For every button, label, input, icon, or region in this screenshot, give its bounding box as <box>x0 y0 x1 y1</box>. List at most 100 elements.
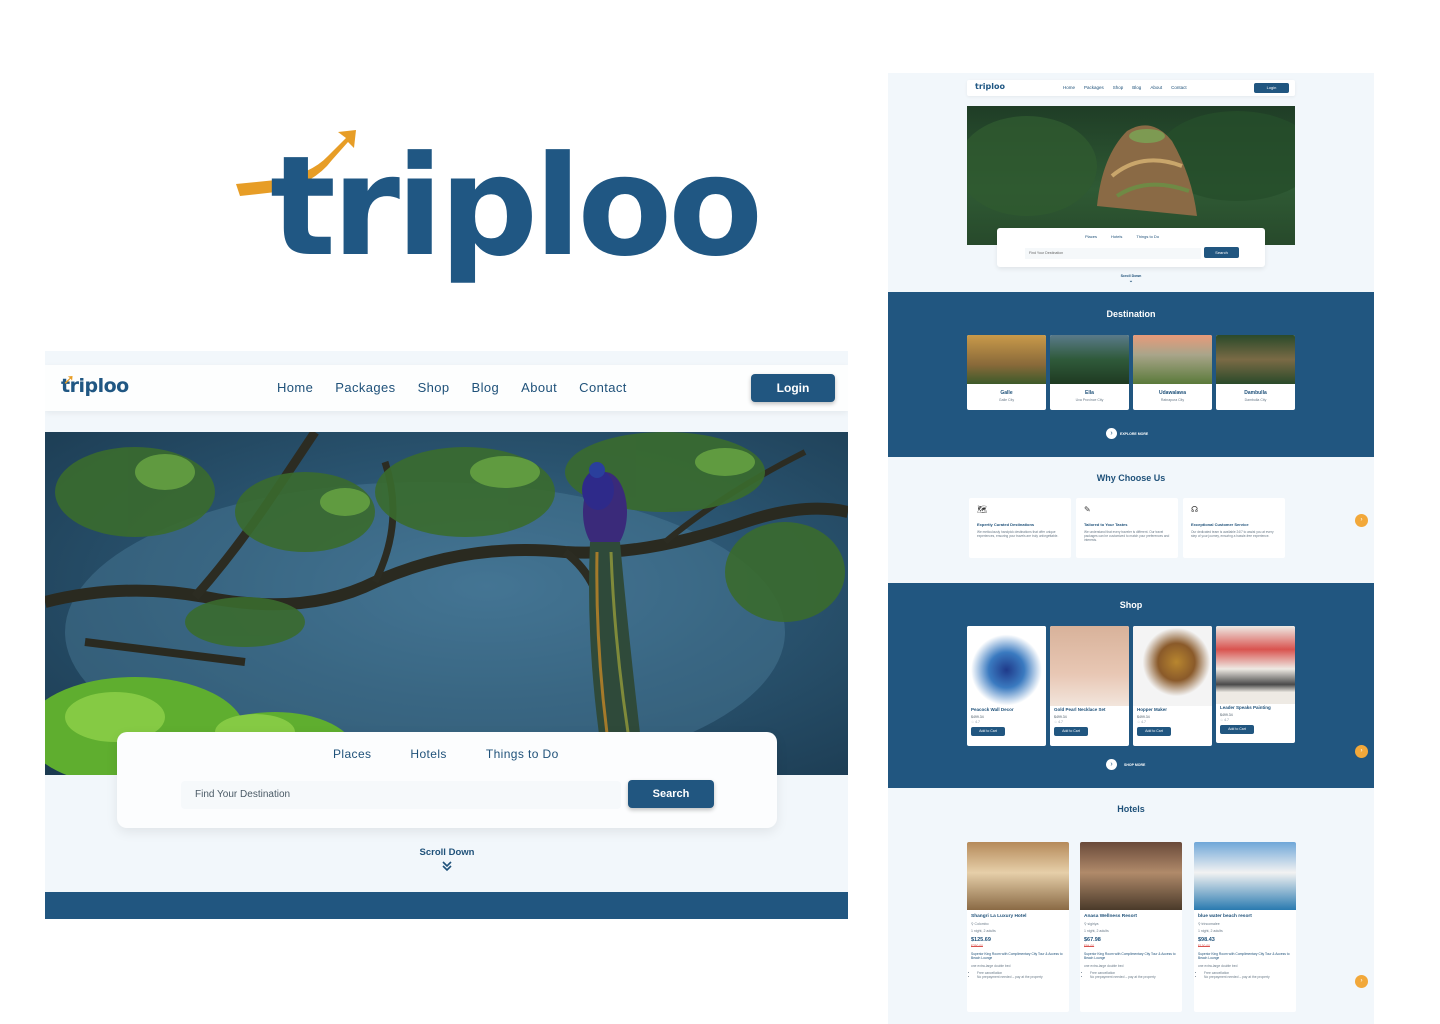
chevron-right-icon[interactable]: › <box>1355 514 1368 527</box>
preview-nav-logo[interactable]: triploo <box>975 82 1005 91</box>
hotel-price: $98.43 <box>1198 937 1215 943</box>
preview-search-input[interactable]: Find Your Destination <box>1025 248 1201 259</box>
add-to-cart-button[interactable]: Add to Cart <box>971 727 1005 736</box>
destination-name: Dambulla <box>1244 390 1267 396</box>
hero-illustration <box>45 432 848 775</box>
hotel-image <box>1080 842 1182 910</box>
shop-item-leader-speaks-painting[interactable]: Leader Speaks Painting $499.34 ☆ 4.7 Add… <box>1216 626 1295 743</box>
preview-nav-link-home[interactable]: Home <box>1063 85 1075 90</box>
shop-item-peacock-wall-decor[interactable]: Peacock Wall Decor $499.34 ☆ 4.7 Add to … <box>967 626 1046 746</box>
map-icon: 🗺 <box>977 505 988 514</box>
chevron-right-icon[interactable]: › <box>1355 975 1368 988</box>
shop-more-link[interactable]: SHOP MORE <box>1124 763 1145 767</box>
destination-card-udawalawa[interactable]: Udawalawa Ratnapura City <box>1133 335 1212 410</box>
hotel-perk: No prepayment needed – pay at the proper… <box>1204 975 1296 979</box>
hotel-perks: Free cancellation No prepayment needed –… <box>1090 971 1182 980</box>
preview-hero-illustration <box>967 111 1295 216</box>
preview-nav-link-about[interactable]: About <box>1150 85 1162 90</box>
destination-search-input[interactable]: Find Your Destination <box>181 781 621 809</box>
hotel-image <box>1194 842 1296 910</box>
login-button[interactable]: Login <box>751 374 835 402</box>
headset-icon: ☊ <box>1191 505 1199 514</box>
hotel-name: blue water beach resort <box>1198 914 1252 919</box>
tab-places[interactable]: Places <box>333 747 371 761</box>
preview-login-button[interactable]: Login <box>1254 83 1289 93</box>
nav-link-blog[interactable]: Blog <box>472 380 500 395</box>
preview-nav-link-contact[interactable]: Contact <box>1171 85 1187 90</box>
hero-image-peacock <box>45 432 848 775</box>
preview-search-tabs: Places Hotels Things to Do <box>1085 234 1159 239</box>
hotel-card-blue-water[interactable]: blue water beach resort ⚲ trincomalee 1 … <box>1194 842 1296 1012</box>
nav-link-shop[interactable]: Shop <box>418 380 450 395</box>
hotel-card-shangri-la[interactable]: Shangri La Luxury Hotel ⚲ Colombo 1 nigh… <box>967 842 1069 1012</box>
hotel-room: Superior King Room with Complimentary Ci… <box>1198 952 1290 961</box>
chevron-right-icon[interactable]: › <box>1355 745 1368 758</box>
logo-arrow-icon: ➚ <box>63 372 75 388</box>
search-tabs: Places Hotels Things to Do <box>333 747 559 761</box>
hotel-stay: 1 night, 2 adults <box>1198 929 1223 933</box>
product-name: Leader Speaks Painting <box>1220 705 1271 710</box>
why-card-desc: We meticulously handpick destinations th… <box>977 530 1059 539</box>
destination-card-dambulla[interactable]: Dambulla Dambulla City <box>1216 335 1295 410</box>
hotel-bed: one extra-large double bed <box>971 963 1011 968</box>
shop-more-arrow-icon[interactable]: › <box>1106 759 1117 770</box>
hotel-stay: 1 night, 2 adults <box>1084 929 1109 933</box>
hotel-room: Superior King Room with Complimentary Ci… <box>971 952 1063 961</box>
nav-logo[interactable]: ➚ triploo <box>61 372 129 397</box>
search-button[interactable]: Search <box>628 780 714 808</box>
product-name: Hopper Maker <box>1137 707 1168 712</box>
product-image <box>1133 626 1212 706</box>
hotel-bed: one extra-large double bed <box>1198 963 1238 968</box>
tab-things-to-do[interactable]: Things to Do <box>486 747 559 761</box>
destination-card-galle[interactable]: Galle Galle City <box>967 335 1046 410</box>
why-card-title: Tailored to Your Tastes <box>1084 522 1128 527</box>
preview-tab-places[interactable]: Places <box>1085 234 1097 239</box>
nav-link-home[interactable]: Home <box>277 380 313 395</box>
preview-nav-link-blog[interactable]: Blog <box>1132 85 1141 90</box>
hotel-location-text: sigiriya <box>1087 922 1099 926</box>
preview-search-button[interactable]: Search <box>1204 247 1239 258</box>
full-page-mockup: triploo Home Packages Shop Blog About Co… <box>888 73 1374 1024</box>
destination-location: Galle City <box>998 398 1015 402</box>
add-to-cart-button[interactable]: Add to Cart <box>1054 727 1088 736</box>
hotel-image <box>967 842 1069 910</box>
hotel-location-text: Colombo <box>974 922 989 926</box>
add-to-cart-button[interactable]: Add to Cart <box>1137 727 1171 736</box>
preview-nav-link-packages[interactable]: Packages <box>1084 85 1104 90</box>
product-rating: ☆ 4.7 <box>1220 718 1229 722</box>
hotel-perks: Free cancellation No prepayment needed –… <box>977 971 1069 980</box>
tab-hotels[interactable]: Hotels <box>410 747 446 761</box>
why-card-curated: 🗺 Expertly Curated Destinations We metic… <box>969 498 1071 558</box>
destination-card-ella[interactable]: Ella Uva Province City <box>1050 335 1129 410</box>
nav-link-contact[interactable]: Contact <box>579 380 627 395</box>
product-price: $499.34 <box>1220 713 1233 717</box>
hotel-name: Shangri La Luxury Hotel <box>971 914 1027 919</box>
rating-value: 4.7 <box>975 720 980 724</box>
explore-arrow-icon[interactable]: › <box>1106 428 1117 439</box>
scroll-down-hint[interactable]: Scroll Down <box>405 847 489 875</box>
product-price: $499.34 <box>1054 715 1067 719</box>
preview-scroll-down-hint[interactable]: Scroll Down ⌄ <box>1108 274 1154 284</box>
nav-link-packages[interactable]: Packages <box>335 380 395 395</box>
hotel-old-price: $94.00 <box>1084 944 1095 948</box>
double-chevron-down-icon <box>442 861 452 872</box>
destination-location: Ratnapura City <box>1160 398 1185 402</box>
hotel-stay: 1 night, 2 adults <box>971 929 996 933</box>
nav-link-about[interactable]: About <box>521 380 557 395</box>
hotel-name: Anasa Wellness Resort <box>1084 914 1137 919</box>
preview-tab-things-to-do[interactable]: Things to Do <box>1136 234 1159 239</box>
preview-search-card: Places Hotels Things to Do Find Your Des… <box>997 228 1265 267</box>
preview-tab-hotels[interactable]: Hotels <box>1111 234 1122 239</box>
destination-section: Destination Galle Galle City Ella Uva Pr… <box>888 292 1374 457</box>
hotel-old-price: $250.00 <box>971 944 983 948</box>
shop-item-gold-pearl-necklace[interactable]: Gold Pearl Necklace Set $499.34 ☆ 4.7 Ad… <box>1050 626 1129 746</box>
product-price: $499.34 <box>971 715 984 719</box>
preview-nav-link-shop[interactable]: Shop <box>1113 85 1124 90</box>
add-to-cart-button[interactable]: Add to Cart <box>1220 725 1254 734</box>
product-rating: ☆ 4.7 <box>1054 720 1063 724</box>
why-card-desc: Our dedicated team is available 24/7 to … <box>1191 530 1274 539</box>
shop-item-hopper-maker[interactable]: Hopper Maker $499.34 ☆ 4.7 Add to Cart <box>1133 626 1212 746</box>
why-choose-us-title: Why Choose Us <box>1096 473 1166 483</box>
hotel-card-anasa[interactable]: Anasa Wellness Resort ⚲ sigiriya 1 night… <box>1080 842 1182 1012</box>
explore-more-link[interactable]: EXPLORE MORE <box>1120 432 1148 436</box>
